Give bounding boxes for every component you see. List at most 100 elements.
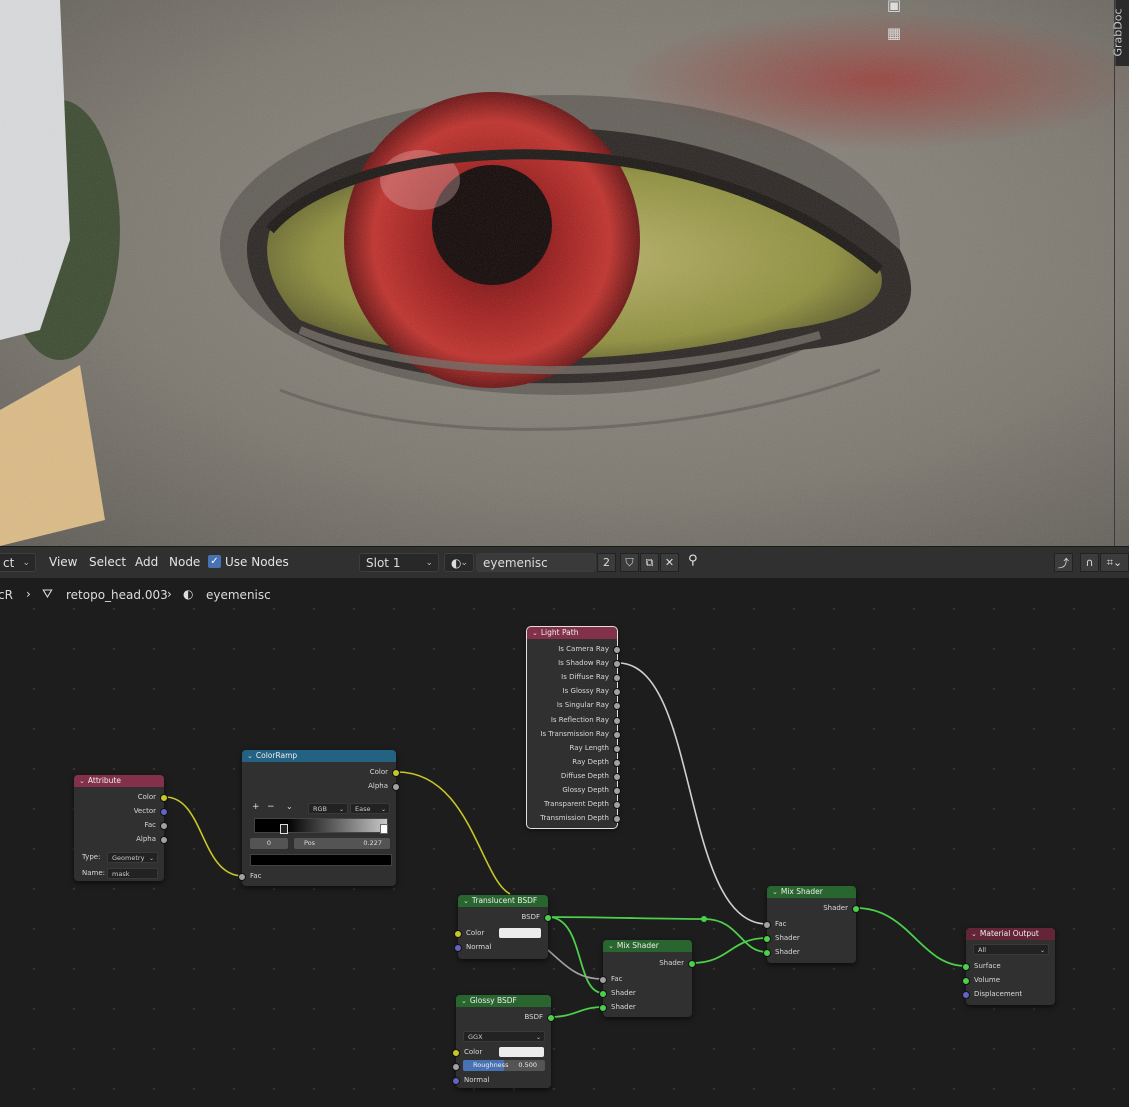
color-swatch[interactable] bbox=[499, 928, 541, 938]
collapse-chevron-icon[interactable]: ⌄ bbox=[971, 930, 977, 938]
collapse-chevron-icon[interactable]: ⌄ bbox=[608, 942, 614, 950]
node-header[interactable]: ⌄ Light Path bbox=[527, 627, 617, 639]
attribute-node[interactable]: ⌄ Attribute Color Vector Fac Alpha Type: … bbox=[74, 775, 168, 881]
remove-stop-button[interactable]: − bbox=[267, 802, 275, 812]
socket-diffuse-depth-out[interactable] bbox=[613, 772, 621, 781]
duplicate-material-icon[interactable]: ⧉ bbox=[640, 553, 659, 572]
color-mode-dropdown[interactable]: RGB ⌄ bbox=[308, 803, 348, 814]
socket-shader-b-in[interactable] bbox=[763, 949, 771, 957]
socket-is-singular-ray-out[interactable] bbox=[613, 702, 621, 711]
socket-shader-b-in[interactable] bbox=[599, 1004, 607, 1012]
socket-bsdf-out[interactable] bbox=[544, 914, 552, 922]
socket-color-in[interactable] bbox=[452, 1049, 460, 1057]
socket-shader-a-in[interactable] bbox=[599, 990, 607, 998]
glossy-bsdf-node[interactable]: ⌄ Glossy BSDF BSDF GGX ⌄ Color Roughness 0… bbox=[452, 995, 555, 1088]
snap-magnet-icon[interactable]: ∩ bbox=[1080, 553, 1099, 572]
parent-node-tree-icon[interactable]: ⤴ bbox=[1054, 553, 1073, 572]
socket-color-out[interactable] bbox=[392, 769, 400, 777]
node-header[interactable]: ⌄ Material Output bbox=[966, 928, 1055, 940]
stop-color-swatch[interactable] bbox=[250, 854, 392, 866]
use-nodes-checkbox[interactable]: ✓ bbox=[208, 555, 221, 568]
stop-position-field[interactable]: Pos 0.227 bbox=[294, 838, 390, 849]
colorramp-node[interactable]: ⌄ ColorRamp Color Alpha + − ⌄ RGB ⌄ Ease ⌄ … bbox=[238, 750, 400, 886]
color-swatch[interactable] bbox=[499, 1047, 544, 1057]
socket-is-transmission-ray-out[interactable] bbox=[613, 730, 621, 739]
collapse-chevron-icon[interactable]: ⌄ bbox=[247, 752, 253, 760]
socket-vector-out[interactable] bbox=[160, 808, 168, 816]
ramp-stop-handle-end[interactable] bbox=[380, 824, 388, 834]
mix-shader-node-2[interactable]: ⌄ Mix Shader Shader Fac Shader Shader bbox=[763, 886, 860, 963]
node-header[interactable]: ⌄ Mix Shader bbox=[603, 940, 692, 952]
user-count-button[interactable]: 2 bbox=[597, 553, 616, 572]
name-field[interactable]: mask bbox=[107, 868, 158, 879]
color-ramp-gradient[interactable] bbox=[254, 818, 388, 833]
socket-color-in[interactable] bbox=[454, 930, 462, 938]
mix-shader-node-1[interactable]: ⌄ Mix Shader Shader Fac Shader Shader bbox=[599, 940, 696, 1017]
material-browse-button[interactable]: ◐ ⌄ bbox=[444, 553, 474, 572]
pin-icon[interactable]: ⚲ bbox=[688, 553, 698, 568]
socket-shader-out[interactable] bbox=[688, 960, 696, 968]
collapse-chevron-icon[interactable]: ⌄ bbox=[461, 997, 467, 1005]
camera-view-icon[interactable]: ▣ bbox=[880, 0, 908, 18]
ramp-menu-chevron-icon[interactable]: ⌄ bbox=[286, 802, 293, 811]
grabdoc-sidebar-tab[interactable]: GrabDoc bbox=[1112, 0, 1129, 66]
roughness-slider[interactable]: Roughness 0.500 bbox=[463, 1060, 545, 1071]
distribution-dropdown[interactable]: GGX ⌄ bbox=[463, 1031, 545, 1042]
socket-transmission-depth-out[interactable] bbox=[613, 815, 621, 824]
socket-is-diffuse-ray-out[interactable] bbox=[613, 674, 621, 683]
type-dropdown[interactable]: Geometry ⌄ bbox=[107, 852, 158, 863]
material-output-node[interactable]: ⌄ Material Output All ⌄ Surface Volume Dis… bbox=[962, 928, 1055, 1005]
menu-view[interactable]: View bbox=[49, 555, 77, 569]
socket-glossy-depth-out[interactable] bbox=[613, 787, 621, 795]
socket-fac-in[interactable] bbox=[763, 921, 771, 929]
socket-shader-a-in[interactable] bbox=[763, 935, 771, 943]
add-stop-button[interactable]: + bbox=[252, 802, 260, 812]
snap-target-icon[interactable]: ⌗⌄ bbox=[1100, 553, 1129, 572]
socket-normal-in[interactable] bbox=[454, 944, 462, 952]
socket-ray-depth-out[interactable] bbox=[613, 758, 621, 767]
collapse-chevron-icon[interactable]: ⌄ bbox=[772, 888, 778, 896]
socket-fac-in[interactable] bbox=[238, 873, 246, 881]
node-header[interactable]: ⌄ Mix Shader bbox=[767, 886, 856, 898]
ramp-stop-handle[interactable] bbox=[280, 824, 288, 834]
collapse-chevron-icon[interactable]: ⌄ bbox=[79, 777, 85, 785]
unlink-material-icon[interactable]: ✕ bbox=[660, 553, 679, 572]
fake-user-shield-icon[interactable]: ⛉ bbox=[620, 553, 639, 572]
collapse-chevron-icon[interactable]: ⌄ bbox=[532, 629, 538, 637]
socket-fac-out[interactable] bbox=[160, 822, 168, 830]
slot-dropdown[interactable]: Slot 1 ⌄ bbox=[359, 553, 439, 572]
node-header[interactable]: ⌄ ColorRamp bbox=[242, 750, 396, 762]
grid-icon[interactable]: ▦ bbox=[880, 20, 908, 46]
socket-surface-in[interactable] bbox=[962, 963, 970, 971]
socket-is-glossy-ray-out[interactable] bbox=[613, 688, 621, 697]
socket-color-out[interactable] bbox=[160, 794, 168, 802]
menu-add[interactable]: Add bbox=[135, 555, 158, 569]
material-name-field[interactable]: eyemenisc bbox=[476, 553, 596, 572]
stop-index-field[interactable]: 0 bbox=[250, 838, 288, 849]
node-header[interactable]: ⌄ Attribute bbox=[74, 775, 164, 787]
socket-volume-in[interactable] bbox=[962, 977, 970, 985]
socket-ray-length-out[interactable] bbox=[613, 744, 621, 753]
collapse-chevron-icon[interactable]: ⌄ bbox=[463, 897, 469, 905]
socket-is-reflection-ray-out[interactable] bbox=[613, 716, 621, 725]
menu-select[interactable]: Select bbox=[89, 555, 126, 569]
socket-roughness-in[interactable] bbox=[452, 1063, 460, 1071]
socket-alpha-out[interactable] bbox=[160, 836, 168, 844]
editor-type-dropdown[interactable]: ct ⌄ bbox=[0, 553, 36, 572]
translucent-bsdf-node[interactable]: ⌄ Translucent BSDF BSDF Color Normal bbox=[454, 895, 552, 959]
socket-is-camera-ray-out[interactable] bbox=[613, 646, 621, 654]
socket-shader-out[interactable] bbox=[852, 905, 860, 913]
node-header[interactable]: ⌄ Translucent BSDF bbox=[458, 895, 548, 907]
socket-is-shadow-ray-out[interactable] bbox=[613, 660, 621, 669]
interpolation-dropdown[interactable]: Ease ⌄ bbox=[350, 803, 390, 814]
socket-displacement-in[interactable] bbox=[962, 991, 970, 999]
socket-alpha-out[interactable] bbox=[392, 783, 400, 791]
light-path-node[interactable]: ⌄ Light Path Is Camera Ray Is Shadow Ray Is… bbox=[526, 626, 621, 829]
socket-bsdf-out[interactable] bbox=[547, 1014, 555, 1022]
socket-fac-in[interactable] bbox=[599, 976, 607, 984]
socket-normal-in[interactable] bbox=[452, 1077, 460, 1085]
node-header[interactable]: ⌄ Glossy BSDF bbox=[456, 995, 551, 1007]
3d-viewport[interactable]: ▣ ▦ GrabDoc bbox=[0, 0, 1129, 546]
socket-transparent-depth-out[interactable] bbox=[613, 801, 621, 810]
node-editor-canvas[interactable]: cR › ⛛ retopo_head.003 › ◐ eyemenisc ⌄ At… bbox=[0, 578, 1129, 1107]
